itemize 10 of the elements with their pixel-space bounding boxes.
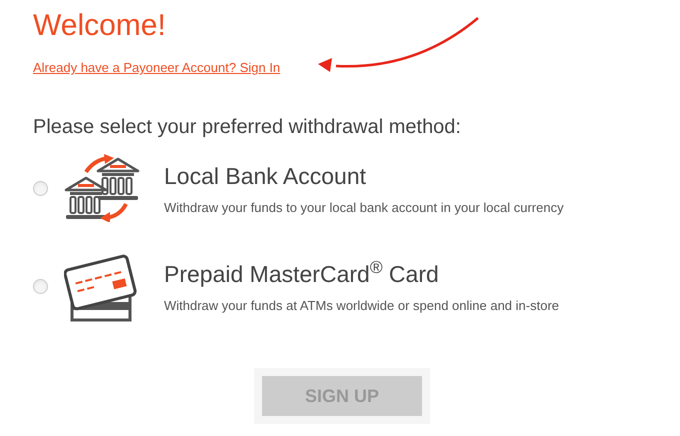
- welcome-heading: Welcome!: [33, 8, 166, 44]
- radio-button[interactable]: [33, 180, 48, 196]
- sign-in-link[interactable]: Already have a Payoneer Account? Sign In: [33, 58, 280, 78]
- option-description: Withdraw your funds to your local bank account in your local currency: [164, 198, 564, 217]
- option-description: Withdraw your funds at ATMs worldwide or spend online and in-store: [164, 296, 560, 315]
- radio-button[interactable]: [33, 278, 48, 294]
- bank-transfer-icon: [64, 154, 140, 222]
- prompt-text: Please select your preferred withdrawal method:: [33, 115, 462, 140]
- option-title: Local Bank Account: [164, 162, 368, 191]
- option-title: Prepaid MasterCard$^{®}$ Card: [164, 257, 440, 289]
